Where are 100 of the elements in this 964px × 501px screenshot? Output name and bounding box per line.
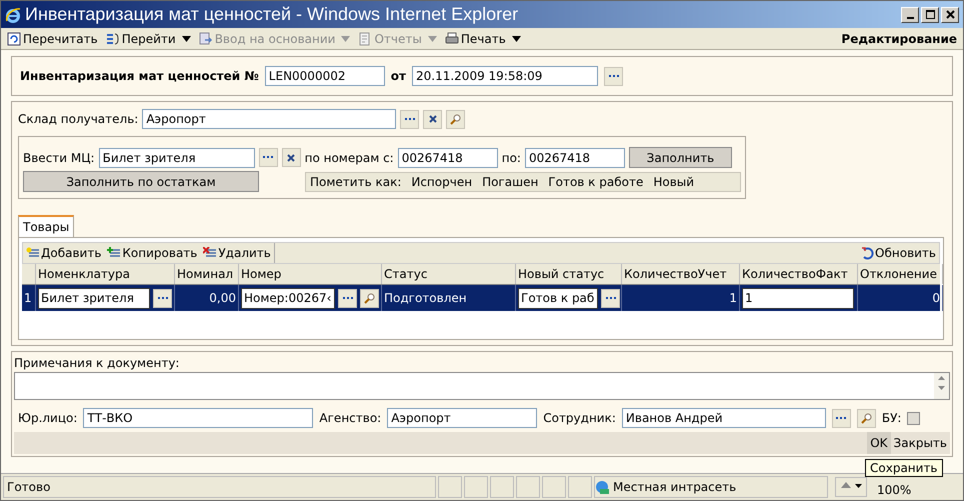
date-label: от (390, 69, 406, 83)
browse-button[interactable] (258, 148, 278, 167)
mark-option-link[interactable]: Погашен (482, 174, 538, 188)
mark-option-link[interactable]: Новый (653, 174, 694, 188)
dots-icon (158, 296, 168, 300)
column-header[interactable]: Номинал (175, 264, 239, 284)
column-header[interactable]: Новый статус (516, 264, 622, 284)
maximize-icon (926, 10, 934, 19)
fill-button[interactable]: Заполнить (628, 147, 732, 168)
field-label: Юр.лицо: (18, 411, 78, 425)
zone-label: Местная интрасеть (594, 476, 828, 498)
browse-button[interactable] (832, 408, 851, 428)
close-button[interactable] (941, 6, 959, 22)
status-pane (438, 476, 462, 498)
list-icon (106, 32, 120, 46)
date-field[interactable]: 20.11.2009 19:58:09 (412, 66, 598, 86)
scrollbar[interactable] (934, 373, 949, 399)
status-pane (464, 476, 488, 498)
column-header[interactable]: КоличествоУчет (622, 264, 740, 284)
column-header[interactable]: Номер (239, 264, 382, 284)
toolbar-button[interactable]: Печать (444, 32, 521, 46)
status-pane (542, 476, 566, 498)
grid-action-button[interactable]: Копировать (104, 243, 200, 263)
protected-mode-button[interactable] (835, 477, 867, 497)
from-field[interactable]: 00267418 (398, 148, 498, 168)
tab[interactable]: Товары (18, 215, 74, 237)
document-label: Инвентаризация мат ценностей № (20, 69, 259, 83)
dots-icon (836, 416, 846, 420)
goods-field[interactable]: Билет зрителя (98, 148, 255, 168)
to-field[interactable]: 00267418 (524, 148, 625, 168)
text-field[interactable]: Иванов Андрей (622, 408, 826, 428)
browser-logo-icon (5, 6, 21, 22)
column-header[interactable]: КоличествоФакт (740, 264, 858, 284)
notes-label: Примечания к документу: (14, 356, 180, 370)
browse-button[interactable] (153, 288, 172, 308)
text-field[interactable]: Аэропорт (387, 408, 538, 428)
new-status-field[interactable]: Готов к раб (518, 288, 598, 308)
browse-button[interactable] (601, 288, 620, 308)
grid-action-button[interactable]: Удалить (200, 243, 274, 263)
toolbar-button[interactable]: Перейти (106, 32, 191, 46)
mark-label: Пометить как: (310, 174, 402, 188)
field-label: Сотрудник: (543, 411, 616, 425)
column-header[interactable]: Отклонение (858, 264, 943, 284)
status-text: Готово (3, 476, 436, 498)
search-icon (450, 114, 462, 124)
nomenclature-field[interactable]: Билет зрителя (38, 288, 150, 308)
browse-button[interactable] (338, 288, 357, 308)
checkbox[interactable] (907, 412, 920, 424)
refresh-icon (7, 32, 21, 46)
field-label: Агенство: (319, 411, 382, 425)
close-icon (287, 154, 296, 162)
goods-label: Ввести МЦ: (23, 150, 95, 164)
minimize-button[interactable] (901, 6, 919, 22)
grid-action-button[interactable]: Добавить (23, 243, 104, 263)
number-field[interactable]: LEN0000002 (264, 66, 385, 86)
tooltip: Сохранить (865, 459, 942, 477)
notes-field[interactable] (14, 372, 950, 400)
fill-rest-button[interactable]: Заполнить по остаткам (23, 171, 259, 192)
close-icon (428, 115, 437, 123)
dialog-button[interactable]: Закрыть (890, 432, 950, 454)
column-header[interactable]: Статус (382, 264, 516, 284)
list-delete-icon (203, 247, 218, 259)
globe-icon (595, 480, 610, 494)
warehouse-field[interactable]: Аэропорт (142, 109, 396, 129)
toolbar-button[interactable]: Перечитать (7, 32, 98, 46)
number-field[interactable]: Номер:00267‹ (241, 288, 335, 308)
minimize-icon (906, 16, 914, 18)
browse-button[interactable] (400, 110, 420, 128)
quantity-field[interactable]: 1 (742, 288, 854, 308)
zoom-label[interactable]: 100% (869, 477, 961, 497)
warehouse-label: Склад получатель: (18, 112, 138, 126)
dots-icon (608, 74, 618, 78)
printer-icon (444, 32, 459, 46)
refresh-button[interactable]: Обновить (858, 243, 939, 263)
clear-button[interactable] (423, 110, 442, 128)
mark-option-link[interactable]: Готов к работе (548, 174, 644, 188)
mode-label: Редактирование (841, 32, 957, 46)
document-arrow-icon (198, 32, 213, 46)
clear-button[interactable] (282, 148, 301, 167)
search-icon (364, 292, 375, 304)
list-add-icon (26, 247, 40, 259)
maximize-button[interactable] (921, 6, 939, 22)
table-row[interactable]: 1 Билет зрителя 0,00 Номер:00267‹ Подготовлен Готов к раб 1 1 0 (22, 285, 940, 311)
dots-icon (263, 156, 274, 159)
window-title: Инвентаризация мат ценностей - Windows Internet Explorer (25, 4, 520, 25)
status-pane (490, 476, 514, 498)
refresh-icon (861, 246, 874, 260)
bu-label: БУ: (882, 411, 902, 425)
dialog-button[interactable]: OK (867, 432, 891, 454)
browse-button[interactable] (604, 66, 623, 86)
list-plus-icon (107, 247, 122, 259)
text-field[interactable]: ТТ-ВКО (83, 408, 314, 428)
dots-icon (606, 296, 616, 300)
column-header[interactable]: Номенклатура (36, 264, 175, 284)
dots-icon (342, 296, 352, 300)
mark-option-link[interactable]: Испорчен (411, 174, 472, 188)
close-icon (946, 10, 954, 19)
search-button[interactable] (360, 288, 379, 308)
to-label: по: (502, 150, 521, 164)
dots-icon (404, 118, 415, 120)
